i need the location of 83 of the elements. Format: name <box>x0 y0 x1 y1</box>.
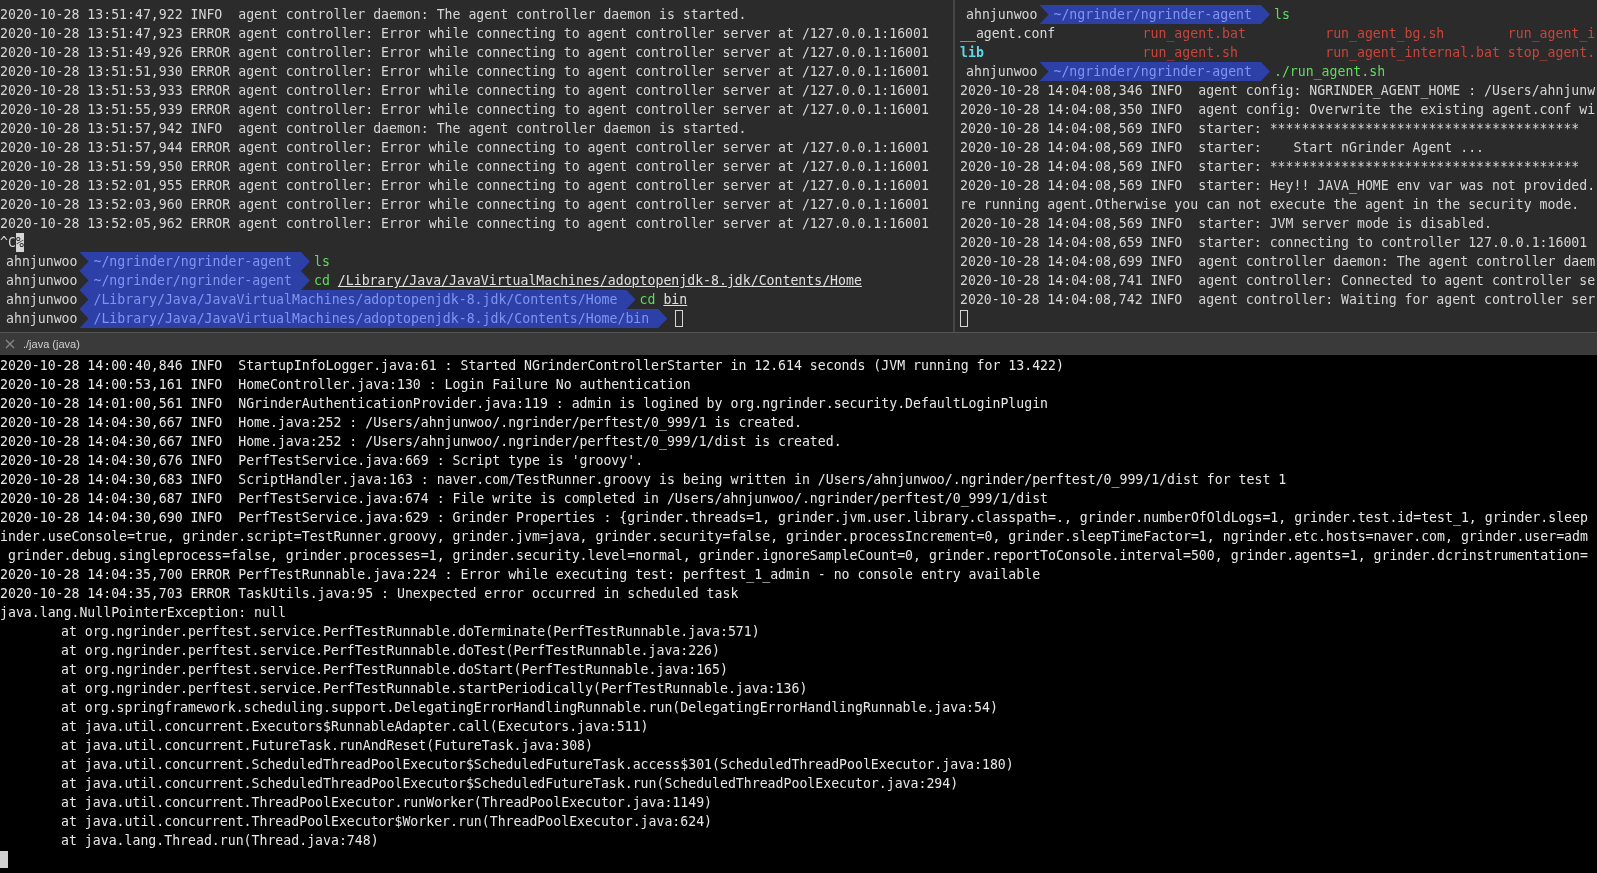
file-name: run_agent.bat <box>1142 25 1247 43</box>
prompt-path: /Library/Java/JavaVirtualMachines/adoptopenjdk-8.jdk/Contents/Home/bin <box>79 309 668 328</box>
stack-trace-line: at org.springframework.scheduling.support.DelegatingErrorHandlingRunnable.run(DelegatingErrorHandlingRunnable.java:54) <box>60 699 998 717</box>
log-line: 2020-10-28 14:04:30,687 INFO PerfTestService.java:674 : File write is completed in /Users/ahnjunwoo/.ngrinder/perftest/0_999/1/dist <box>0 490 1049 508</box>
stack-trace-line: at java.util.concurrent.ThreadPoolExecutor$Worker.run(ThreadPoolExecutor.java:624) <box>60 813 713 831</box>
stack-trace-line: at java.lang.Thread.run(Thread.java:748) <box>60 832 379 850</box>
log-line: 2020-10-28 13:51:59,950 ERROR agent controller: Error while connecting to agent controller server at /127.0.0.1:16001 <box>0 158 929 176</box>
file-name: run_agent.sh <box>1142 44 1239 62</box>
prompt-user: ahnjunwoo <box>965 63 1039 81</box>
prompt-user: ahnjunwoo <box>5 310 79 328</box>
command-text: cd <box>313 272 330 290</box>
log-line: 2020-10-28 14:04:08,659 INFO starter: connecting to controller 127.0.0.1:16001 <box>960 234 1588 252</box>
prompt-path: ~/ngrinder/ngrinder-agent <box>79 271 310 290</box>
log-line: 2020-10-28 14:04:30,683 INFO ScriptHandler.java:163 : naver.com/TestRunner.groovy is being written in /Users/ahnjunwoo/.ngrinder/perftest/0_999/1/dist for test 1 <box>0 471 1287 489</box>
log-line: 2020-10-28 13:52:03,960 ERROR agent controller: Error while connecting to agent controller server at /127.0.0.1:16001 <box>0 196 929 214</box>
terminal-tab[interactable]: ./java (java) <box>0 333 88 355</box>
prompt-user: ahnjunwoo <box>965 6 1039 24</box>
prompt-path: ~/ngrinder/ngrinder-agent <box>1039 62 1270 81</box>
stack-trace-line: at java.util.concurrent.ScheduledThreadPoolExecutor$ScheduledFutureTask.access$301(ScheduledThreadPoolExecutor.java:180) <box>60 756 1014 774</box>
text-cursor <box>960 310 968 327</box>
log-line: 2020-10-28 13:52:01,955 ERROR agent controller: Error while connecting to agent controller server at /127.0.0.1:16001 <box>0 177 929 195</box>
log-line: 2020-10-28 14:04:08,569 INFO starter: *************************************** <box>960 158 1580 176</box>
log-line: 2020-10-28 14:04:30,690 INFO PerfTestService.java:629 : Grinder Properties : {grinder.threads=1, grinder.jvm.user.library.classpath=., grinder.numberOfOldLogs=1, grinder.test.id=test_1, grinder.sleep <box>0 509 1588 527</box>
command-text: cd <box>639 291 656 309</box>
stack-trace-line: at org.ngrinder.perftest.service.PerfTestRunnable.doTerminate(PerfTestRunnable.java:571) <box>60 623 760 641</box>
argument-text: /Library/Java/JavaVirtualMachines/adoptopenjdk-8.jdk/Contents/Home <box>337 272 862 290</box>
stack-trace-line: at java.util.concurrent.ThreadPoolExecutor.runWorker(ThreadPoolExecutor.java:1149) <box>60 794 713 812</box>
log-line: 2020-10-28 14:04:08,346 INFO agent config: NGRINDER_AGENT_HOME : /Users/ahnjunw <box>960 82 1596 100</box>
log-line: 2020-10-28 13:52:05,962 ERROR agent controller: Error while connecting to agent controller server at /127.0.0.1:16001 <box>0 215 929 233</box>
command-text: ./run_agent.sh <box>1273 63 1386 81</box>
log-line: 2020-10-28 13:51:55,939 ERROR agent controller: Error while connecting to agent controller server at /127.0.0.1:16001 <box>0 101 929 119</box>
log-line: 2020-10-28 14:04:08,569 INFO starter: Hey!! JAVA_HOME env var was not provided. <box>960 177 1596 195</box>
prompt-path: ~/ngrinder/ngrinder-agent <box>1039 5 1270 24</box>
log-line: 2020-10-28 14:04:30,676 INFO PerfTestService.java:669 : Script type is 'groovy'. <box>0 452 644 470</box>
log-line: 2020-10-28 13:51:49,926 ERROR agent controller: Error while connecting to agent controller server at /127.0.0.1:16001 <box>0 44 929 62</box>
file-name: stop_agent. <box>1507 44 1597 62</box>
log-line: 2020-10-28 13:51:57,944 ERROR agent controller: Error while connecting to agent controller server at /127.0.0.1:16001 <box>0 139 929 157</box>
log-line: 2020-10-28 14:04:08,569 INFO starter: *************************************** <box>960 120 1580 138</box>
log-line: 2020-10-28 13:51:47,923 ERROR agent controller: Error while connecting to agent controller server at /127.0.0.1:16001 <box>0 25 929 43</box>
log-line: 2020-10-28 14:04:35,700 ERROR PerfTestRunnable.java:224 : Error while executing test: perftest_1_admin - no console entry available <box>0 566 1041 584</box>
prompt-user: ahnjunwoo <box>5 253 79 271</box>
argument-text: bin <box>663 291 688 309</box>
log-line: 2020-10-28 14:00:53,161 INFO HomeController.java:130 : Login Failure No authentication <box>0 376 691 394</box>
stack-trace-line: at org.ngrinder.perftest.service.PerfTestRunnable.doTest(PerfTestRunnable.java:226) <box>60 642 720 660</box>
log-line: 2020-10-28 14:01:00,561 INFO NGrinderAuthenticationProvider.java:119 : admin is logined by org.ngrinder.security.DefaultLoginPlugin <box>0 395 1049 413</box>
log-line: 2020-10-28 14:04:30,667 INFO Home.java:252 : /Users/ahnjunwoo/.ngrinder/perftest/0_999/1 is created. <box>0 414 802 432</box>
log-line: java.lang.NullPointerException: null <box>0 604 286 622</box>
interrupt-text: ^C <box>0 234 16 252</box>
log-line: 2020-10-28 13:51:51,930 ERROR agent controller: Error while connecting to agent controller server at /127.0.0.1:16001 <box>0 63 929 81</box>
log-line: re running agent.Otherwise you can not execute the agent in the security mode. <box>960 196 1580 214</box>
log-line: 2020-10-28 14:04:08,741 INFO agent controller: Connected to agent controller se <box>960 272 1596 290</box>
stack-trace-line: at java.util.concurrent.ScheduledThreadPoolExecutor$ScheduledFutureTask.run(ScheduledThreadPoolExecutor.java:294) <box>60 775 959 793</box>
log-line: 2020-10-28 13:51:47,922 INFO agent controller daemon: The agent controller daemon is started. <box>0 6 747 24</box>
log-line: 2020-10-28 14:00:40,846 INFO StartupInfoLogger.java:61 : Started NGrinderControllerStarter in 12.614 seconds (JVM running for 13.422) <box>0 357 1064 375</box>
log-line: 2020-10-28 14:04:08,699 INFO agent controller daemon: The agent controller daem <box>960 253 1596 271</box>
stack-trace-line: at org.ngrinder.perftest.service.PerfTestRunnable.doStart(PerfTestRunnable.java:165) <box>60 661 728 679</box>
eol-mark: % <box>15 233 24 252</box>
command-text: ls <box>313 253 330 271</box>
prompt-path: /Library/Java/JavaVirtualMachines/adoptopenjdk-8.jdk/Contents/Home <box>79 290 636 309</box>
log-line: 2020-10-28 14:04:08,742 INFO agent controller: Waiting for agent controller ser <box>960 291 1596 309</box>
prompt-user: ahnjunwoo <box>5 272 79 290</box>
log-line: 2020-10-28 13:51:53,933 ERROR agent controller: Error while connecting to agent controller server at /127.0.0.1:16001 <box>0 82 929 100</box>
file-name: lib <box>960 44 985 62</box>
log-line: 2020-10-28 14:04:08,350 INFO agent config: Overwrite the existing agent.conf wi <box>960 101 1596 119</box>
log-line: 2020-10-28 13:51:57,942 INFO agent controller daemon: The agent controller daemon is started. <box>0 120 747 138</box>
text-cursor <box>0 851 8 868</box>
stack-trace-line: at java.util.concurrent.FutureTask.runAndReset(FutureTask.java:308) <box>60 737 593 755</box>
log-line: inder.useConsole=true, grinder.script=TestRunner.groovy, grinder.jvm=java, grinder.security=false, grinder.processIncrement=0, grinder.sleepTimeFactor=1, ngrinder.etc.hosts=naver.com, grinder.user=adm <box>0 528 1588 546</box>
file-name: run_agent_internal.bat <box>1325 44 1501 62</box>
log-line: 2020-10-28 14:04:08,569 INFO starter: Start nGrinder Agent ... <box>960 139 1484 157</box>
stack-trace-line: at org.ngrinder.perftest.service.PerfTestRunnable.startPeriodically(PerfTestRunnable.java:136) <box>60 680 808 698</box>
command-text: ls <box>1273 6 1290 24</box>
file-name: run_agent_bg.sh <box>1325 25 1446 43</box>
stack-trace-line: at java.util.concurrent.Executors$RunnableAdapter.call(Executors.java:511) <box>60 718 649 736</box>
log-line: 2020-10-28 14:04:08,569 INFO starter: JVM server mode is disabled. <box>960 215 1492 233</box>
log-line: grinder.debug.singleprocess=false, grinder.processes=1, grinder.security.level=normal, grinder.ignoreSampleCount=0, grinder.reportToConsole.interval=500, grinder.agents=1, grinder.dcrinstrumentation= <box>6 547 1588 565</box>
file-name: __agent.conf <box>960 25 1057 43</box>
log-line: 2020-10-28 14:04:35,703 ERROR TaskUtils.java:95 : Unexpected error occurred in scheduled task <box>0 585 739 603</box>
prompt-user: ahnjunwoo <box>5 291 79 309</box>
log-line: 2020-10-28 14:04:30,667 INFO Home.java:252 : /Users/ahnjunwoo/.ngrinder/perftest/0_999/1/dist is created. <box>0 433 842 451</box>
prompt-path: ~/ngrinder/ngrinder-agent <box>79 252 310 271</box>
file-name: run_agent_i <box>1507 25 1597 43</box>
close-icon[interactable] <box>5 339 15 349</box>
